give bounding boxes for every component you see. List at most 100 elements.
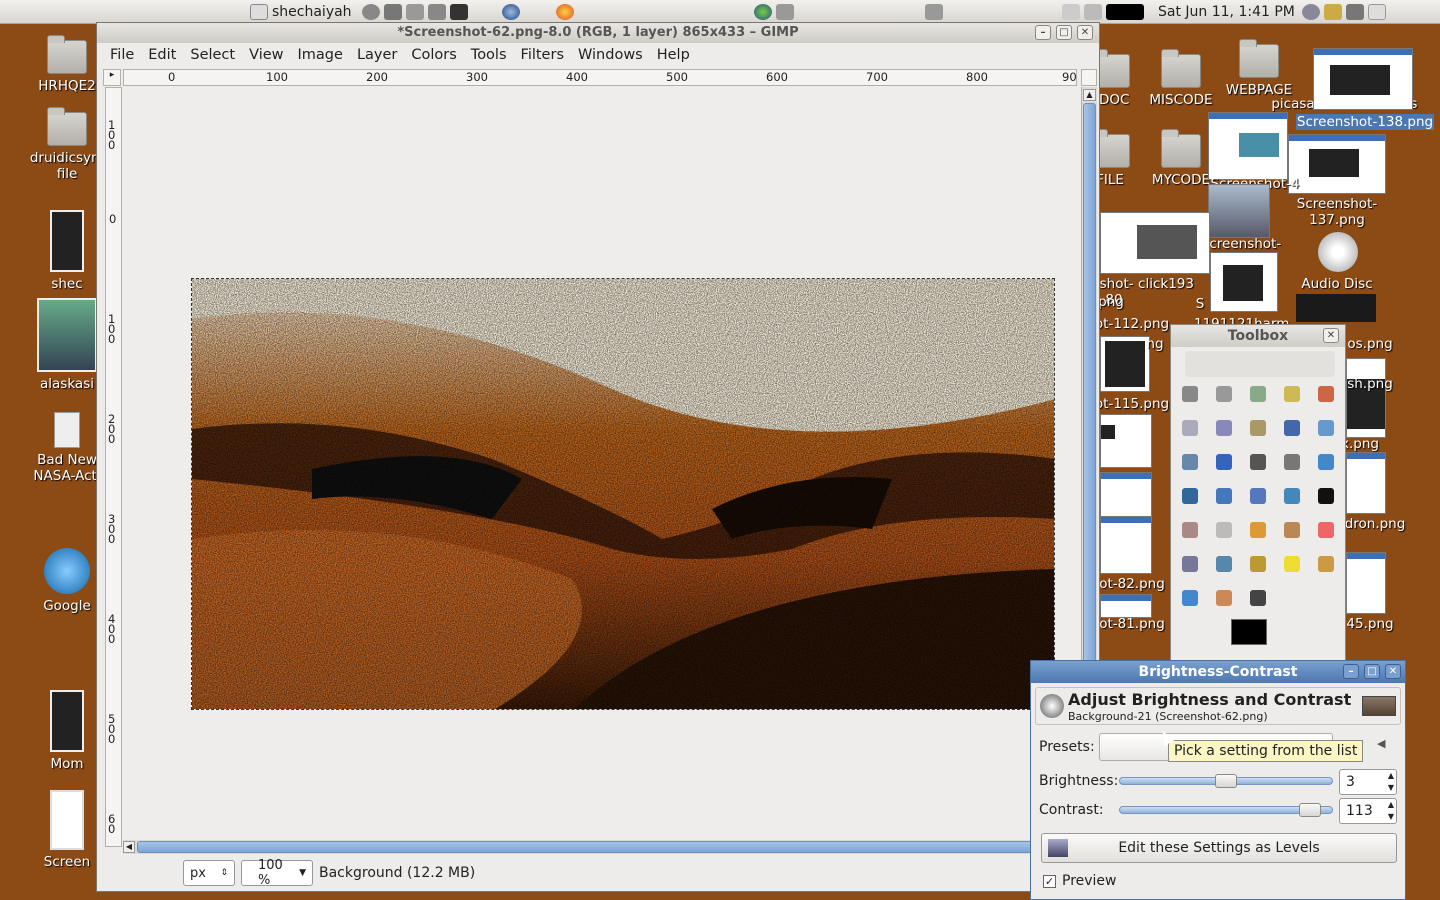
airbrush-tool[interactable] [1177, 551, 1203, 577]
scroll-left-arrow[interactable]: ◀ [123, 841, 135, 853]
ink-tool[interactable] [1211, 551, 1237, 577]
align-tool[interactable] [1245, 449, 1271, 475]
quick-mask-menu-button[interactable]: ▸ [103, 69, 121, 86]
scroll-up-arrow[interactable]: ▲ [1083, 89, 1096, 101]
contrast-slider-knob[interactable] [1299, 803, 1321, 817]
image-thumbnail[interactable] [1208, 112, 1288, 180]
blend-tool[interactable] [1211, 517, 1237, 543]
image-thumbnail[interactable] [1313, 48, 1413, 110]
mail-icon[interactable] [1368, 4, 1386, 20]
desktop-icon[interactable]: MISCODE [1136, 49, 1226, 108]
image-thumbnail[interactable] [1288, 270, 1386, 326]
dialog-title[interactable]: Brightness-Contrast – □ ✕ [1031, 661, 1405, 683]
update-icon[interactable] [1324, 4, 1342, 20]
image-thumbnail[interactable] [1346, 552, 1386, 614]
maximize-button[interactable]: □ [1364, 664, 1380, 679]
window-list-user[interactable]: shechaiyah [250, 2, 352, 22]
image-thumbnail[interactable] [1208, 184, 1270, 238]
foreground-select-tool[interactable] [1211, 415, 1237, 441]
perspective-tool[interactable] [1245, 483, 1271, 509]
ellipse-select-tool[interactable] [1211, 381, 1237, 407]
scissors-tool[interactable] [1177, 415, 1203, 441]
zoom-tool[interactable] [1313, 415, 1339, 441]
shear-tool[interactable] [1211, 483, 1237, 509]
camera-icon[interactable] [384, 4, 402, 20]
measure-tool[interactable] [1177, 449, 1203, 475]
smudge-tool[interactable] [1211, 585, 1237, 611]
crop-tool[interactable] [1279, 449, 1305, 475]
dodge-burn-tool[interactable] [1245, 585, 1271, 611]
perspective-clone-tool[interactable] [1313, 551, 1339, 577]
power-icon[interactable] [362, 4, 380, 20]
terminal-icon[interactable] [450, 4, 468, 20]
menu-file[interactable]: File [103, 47, 141, 63]
printer-icon[interactable] [1062, 4, 1080, 20]
spinner-arrows-icon[interactable]: ▲ ▼ [1388, 799, 1394, 823]
blur-tool[interactable] [1177, 585, 1203, 611]
fuzzy-select-tool[interactable] [1279, 381, 1305, 407]
unit-selector[interactable]: px ⇕ [183, 860, 235, 886]
image-thumbnail[interactable] [1288, 134, 1386, 194]
flip-tool[interactable] [1279, 483, 1305, 509]
menu-layer[interactable]: Layer [350, 47, 404, 63]
image-thumbnail[interactable] [1100, 594, 1152, 618]
image-thumbnail[interactable] [1346, 358, 1386, 438]
toolbox-title[interactable]: Toolbox ✕ [1171, 325, 1345, 347]
image-thumbnail[interactable] [1100, 472, 1152, 522]
paintbrush-tool[interactable] [1279, 517, 1305, 543]
image-thumbnail[interactable] [1100, 516, 1152, 574]
clone-tool[interactable] [1245, 551, 1271, 577]
browser-icon[interactable] [502, 4, 520, 20]
menu-help[interactable]: Help [650, 47, 697, 63]
minimize-button[interactable]: – [1343, 664, 1359, 679]
color-picker-tool[interactable] [1279, 415, 1305, 441]
color-swatches[interactable] [1231, 619, 1281, 657]
menu-edit[interactable]: Edit [141, 47, 183, 63]
close-button[interactable]: ✕ [1385, 664, 1401, 679]
lasso-tool[interactable] [1245, 381, 1271, 407]
zoom-selector[interactable]: 100 % ▼ [241, 858, 313, 888]
heal-tool[interactable] [1279, 551, 1305, 577]
contrast-spin[interactable]: 113 ▲ ▼ [1339, 798, 1397, 824]
image-thumbnail[interactable] [1210, 252, 1278, 312]
foreground-color[interactable] [1231, 619, 1267, 645]
paths-tool[interactable] [1245, 415, 1271, 441]
menu-view[interactable]: View [242, 47, 290, 63]
zoom-toggle-button[interactable] [1081, 69, 1097, 86]
brightness-slider-knob[interactable] [1215, 774, 1237, 788]
volume-icon[interactable] [1346, 4, 1364, 20]
maximize-button[interactable]: □ [1056, 25, 1072, 40]
spinner-arrows-icon[interactable]: ▲ ▼ [1388, 770, 1394, 794]
desktop-icon[interactable]: WEBPAGE [1214, 39, 1304, 98]
scale-tool[interactable] [1177, 483, 1203, 509]
menu-windows[interactable]: Windows [571, 47, 650, 63]
vertical-ruler[interactable]: 1 0 0 0 1 0 0 2 0 0 3 0 0 4 0 0 5 0 0 6 … [105, 87, 122, 847]
minimize-button[interactable]: – [1035, 25, 1051, 40]
horizontal-ruler[interactable]: 0 100 200 300 400 500 600 700 800 90 [123, 69, 1077, 86]
image-canvas[interactable] [191, 278, 1055, 710]
preview-checkbox[interactable]: ✓ [1043, 874, 1056, 888]
window-title[interactable]: *Screenshot-62.png-8.0 (RGB, 1 layer) 86… [97, 23, 1099, 43]
close-button[interactable]: ✕ [1323, 328, 1339, 343]
folder-icon[interactable] [925, 4, 943, 20]
rotate-tool[interactable] [1313, 449, 1339, 475]
horizontal-scroll-thumb[interactable] [137, 841, 1077, 853]
canvas-area[interactable] [123, 87, 1081, 839]
move-tool[interactable] [1211, 449, 1237, 475]
rect-select-tool[interactable] [1177, 381, 1203, 407]
menu-tools[interactable]: Tools [464, 47, 514, 63]
preview-toggle[interactable]: ✓ Preview [1043, 873, 1117, 889]
clock[interactable]: Sat Jun 11, 1:41 PM [1158, 2, 1295, 22]
menu-select[interactable]: Select [183, 47, 242, 63]
globe-icon[interactable] [754, 4, 772, 20]
settings-icon[interactable] [428, 4, 446, 20]
eraser-tool[interactable] [1313, 517, 1339, 543]
network-icon[interactable] [1302, 4, 1320, 20]
brightness-spin[interactable]: 3 ▲ ▼ [1339, 769, 1397, 795]
pencil-tool[interactable] [1245, 517, 1271, 543]
screenshot-icon[interactable] [1084, 4, 1102, 20]
color-select-tool[interactable] [1313, 381, 1339, 407]
bucket-fill-tool[interactable] [1177, 517, 1203, 543]
folder-icon[interactable] [406, 4, 424, 20]
firefox-icon[interactable] [556, 4, 574, 20]
